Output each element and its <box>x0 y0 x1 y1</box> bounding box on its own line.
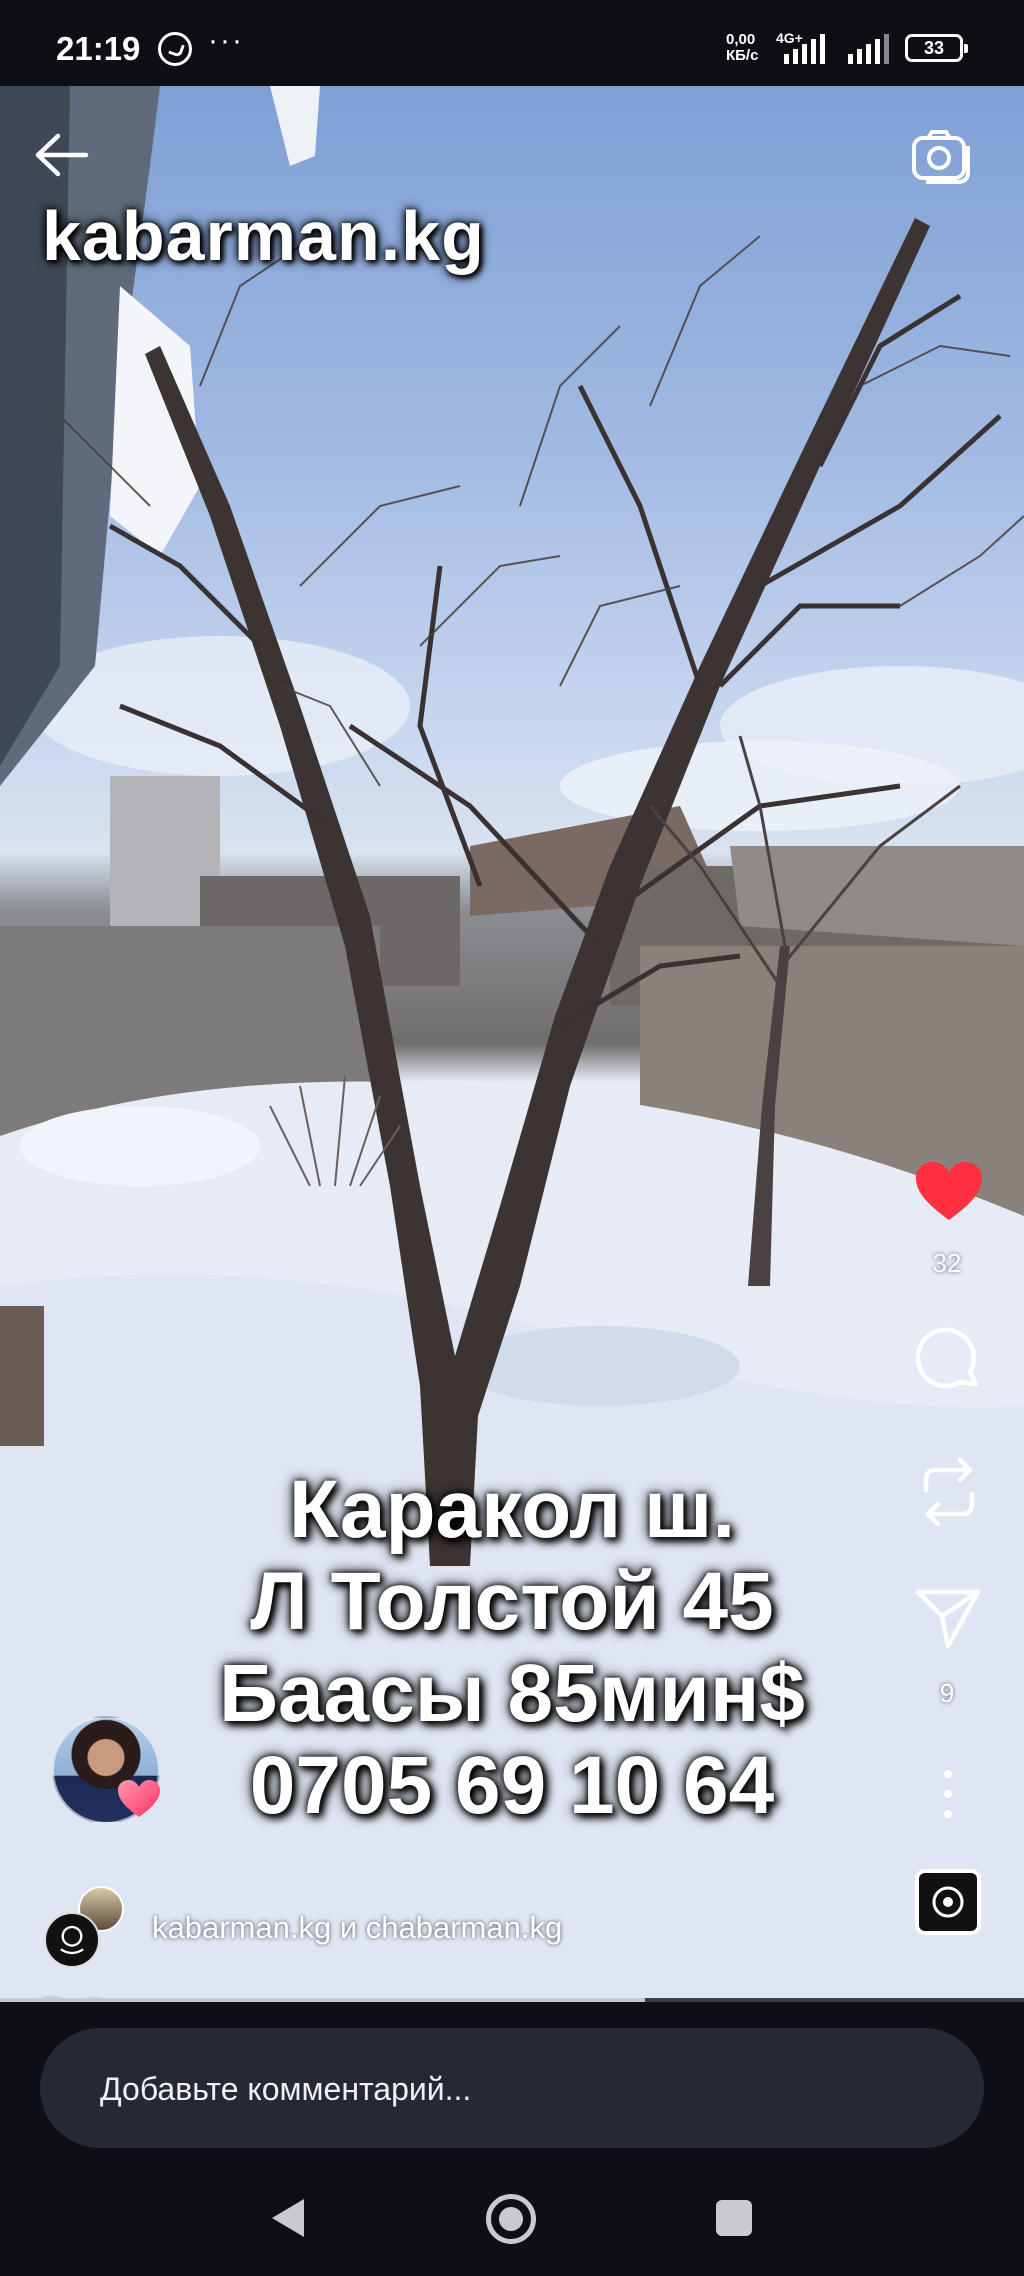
overlay-line-price: Баасы 85мин$ <box>219 1648 805 1739</box>
video-watermark: kabarman.kg <box>42 197 485 275</box>
like-heart-icon[interactable] <box>914 1160 984 1224</box>
account-logo-icon[interactable] <box>44 1912 100 1968</box>
more-dots-icon: ··· <box>208 24 244 57</box>
camera-icon[interactable] <box>910 128 974 184</box>
comment-icon[interactable] <box>914 1326 984 1396</box>
video-progress[interactable] <box>0 1998 1024 2002</box>
status-time: 21:19 <box>56 30 141 67</box>
bottom-panel: Добавьте комментарий... <box>0 2006 1024 2276</box>
network-speed-value: 0,00 <box>726 31 756 48</box>
nav-home-icon[interactable] <box>486 2194 536 2244</box>
reel-video[interactable]: kabarman.kg Каракол ш. Л Толстой 45 Баас… <box>0 86 1024 2002</box>
signal-icon <box>784 32 825 64</box>
battery-icon: 33 <box>905 34 968 62</box>
comment-placeholder: Добавьте комментарий... <box>100 2071 472 2107</box>
comment-input[interactable]: Добавьте комментарий... <box>40 2028 984 2148</box>
status-bar: 21:19 ··· 0,00 КБ/с 4G+ 33 <box>0 0 1024 86</box>
share-count: 9 <box>939 1678 955 1708</box>
audio-track-icon[interactable] <box>914 1868 982 1936</box>
overlay-line-city: Каракол ш. <box>288 1464 736 1555</box>
share-send-icon[interactable] <box>914 1586 984 1650</box>
more-options-icon[interactable] <box>938 1766 958 1822</box>
network-speed-unit: КБ/с <box>726 47 759 64</box>
heart-badge-icon <box>118 1780 160 1817</box>
accounts-line[interactable]: kabarman.kg и chabarman.kg <box>152 1910 562 1946</box>
like-count: 32 <box>932 1248 962 1278</box>
whatsapp-icon <box>158 32 192 66</box>
repost-icon[interactable] <box>914 1456 984 1528</box>
signal-icon-2 <box>848 32 889 64</box>
nav-recents-icon[interactable] <box>716 2200 752 2236</box>
overlay-line-address: Л Толстой 45 <box>250 1556 774 1647</box>
nav-back-icon[interactable] <box>272 2199 304 2237</box>
back-arrow-icon[interactable] <box>30 130 90 180</box>
network-speed: 0,00 КБ/с <box>726 32 758 64</box>
video-progress-fill <box>0 1998 646 2002</box>
